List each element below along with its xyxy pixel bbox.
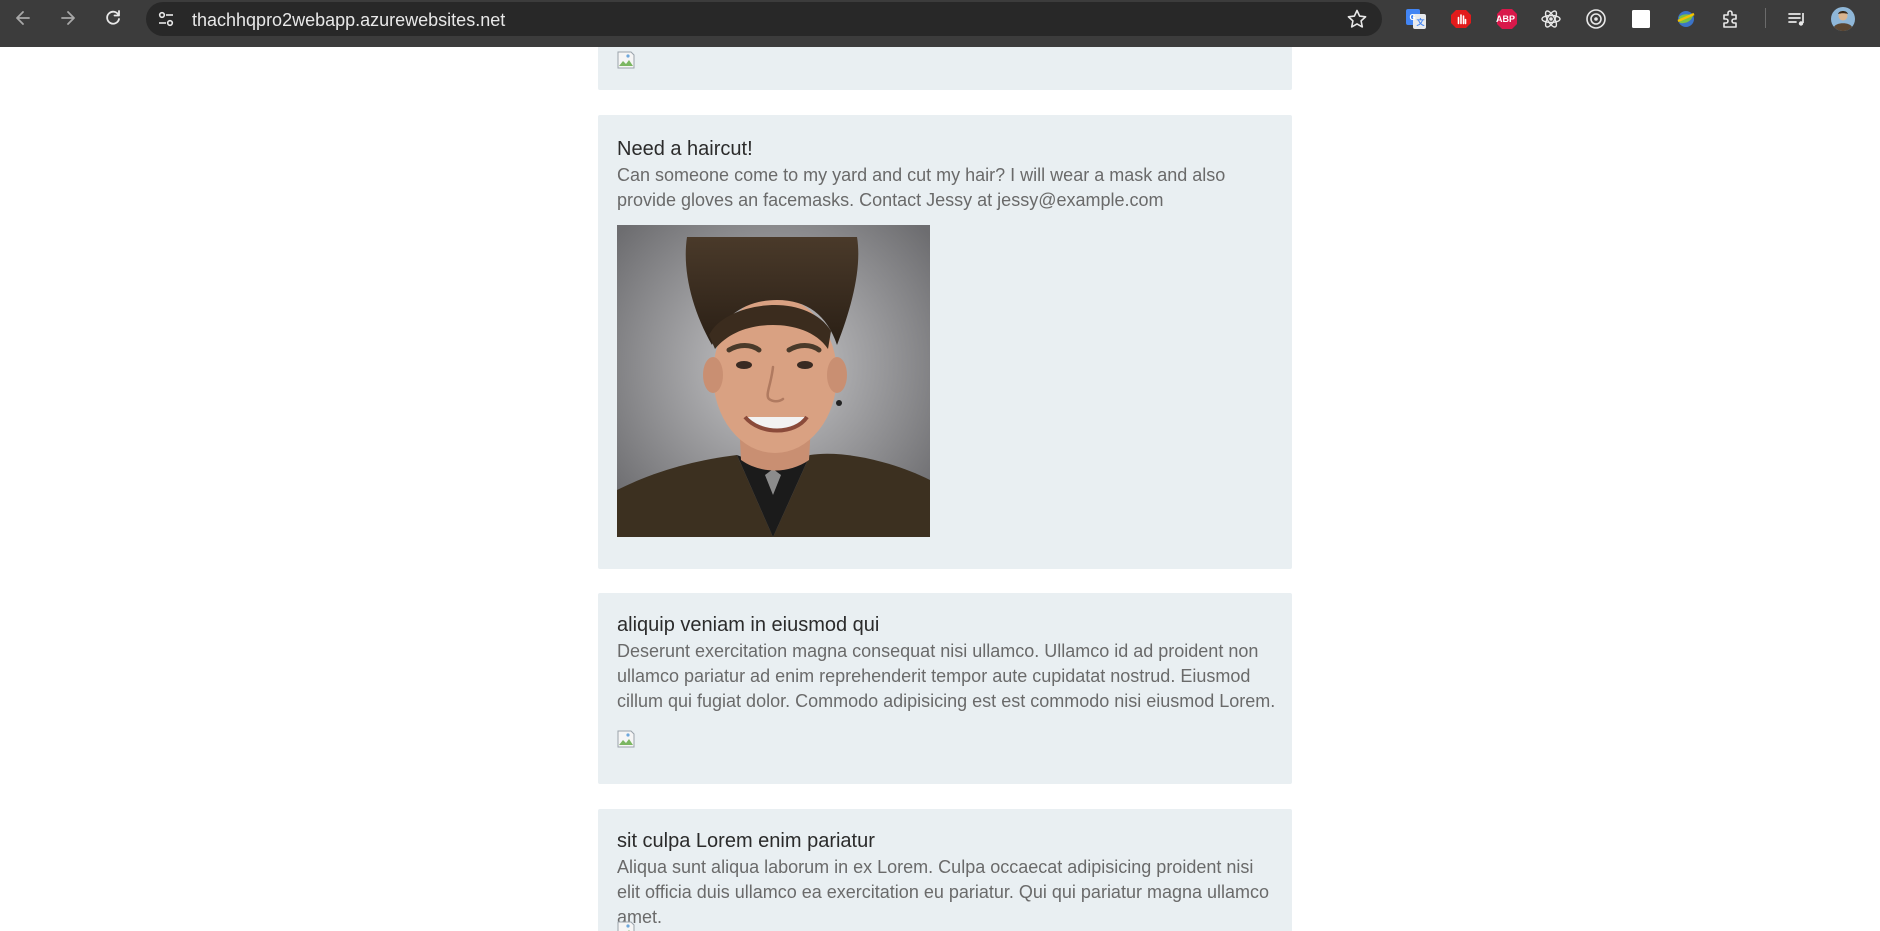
post-body: Can someone come to my yard and cut my h… xyxy=(617,165,1226,210)
profile-button[interactable] xyxy=(1829,5,1857,33)
google-translate-icon: G 文 xyxy=(1406,9,1426,29)
react-devtools-icon xyxy=(1541,10,1561,28)
address-bar[interactable]: thachhqpro2webapp.azurewebsites.net xyxy=(146,2,1382,36)
post-title: aliquip veniam in eiusmod qui xyxy=(617,614,880,636)
post-card: Need a haircut! Can someone come to my y… xyxy=(598,115,1292,569)
post-body: Deserunt exercitation magna consequat ni… xyxy=(617,641,1276,711)
broken-image-icon xyxy=(617,51,635,69)
tune-icon xyxy=(158,11,174,27)
post-photo xyxy=(617,225,930,537)
post-card: aliquip veniam in eiusmod qui Deserunt e… xyxy=(598,593,1292,784)
site-info-button[interactable] xyxy=(155,8,177,30)
arrow-right-icon xyxy=(61,11,75,25)
arrow-left-icon xyxy=(16,11,30,25)
profile-avatar-icon xyxy=(1831,7,1855,32)
adblock-plus-extension[interactable]: ABP xyxy=(1493,5,1521,33)
react-devtools-extension[interactable] xyxy=(1537,5,1565,33)
post-body: Aliqua sunt aliqua laborum in ex Lorem. … xyxy=(617,857,1270,927)
forward-button[interactable] xyxy=(50,0,86,36)
post-title: Need a haircut! xyxy=(617,138,753,160)
portrait-photo xyxy=(617,225,930,537)
page-content: Need a haircut! Can someone come to my y… xyxy=(0,47,1880,931)
extensions-menu-button[interactable] xyxy=(1717,5,1745,33)
media-controls-button[interactable] xyxy=(1783,5,1811,33)
white-square-icon xyxy=(1632,10,1650,28)
stop-hand-icon xyxy=(1451,10,1471,28)
playlist-icon xyxy=(1788,13,1804,26)
abp-label: ABP xyxy=(1496,14,1516,24)
target-icon xyxy=(1586,9,1606,29)
colorful-globe-icon xyxy=(1677,11,1695,27)
back-button[interactable] xyxy=(5,0,41,36)
broken-image-icon xyxy=(617,730,635,748)
post-card xyxy=(598,47,1292,90)
svg-text:G: G xyxy=(1410,13,1416,22)
toolbar-divider xyxy=(1765,8,1766,28)
target-extension[interactable] xyxy=(1582,5,1610,33)
browser-toolbar: thachhqpro2webapp.azurewebsites.net G 文 … xyxy=(0,0,1880,47)
broken-image-icon xyxy=(617,921,635,931)
post-title: sit culpa Lorem enim pariatur xyxy=(617,830,875,852)
puzzle-extensions-icon xyxy=(1723,10,1737,28)
url-text[interactable]: thachhqpro2webapp.azurewebsites.net xyxy=(192,10,505,31)
post-card: sit culpa Lorem enim pariatur Aliqua sun… xyxy=(598,809,1292,931)
reload-icon xyxy=(106,10,120,25)
reload-button[interactable] xyxy=(95,0,131,36)
white-square-extension[interactable] xyxy=(1627,5,1655,33)
google-translate-extension[interactable]: G 文 xyxy=(1402,5,1430,33)
stop-extension[interactable] xyxy=(1447,5,1475,33)
svg-text:文: 文 xyxy=(1417,17,1426,27)
star-icon xyxy=(1347,9,1367,28)
bookmark-button[interactable] xyxy=(1346,8,1368,30)
globe-extension[interactable] xyxy=(1672,5,1700,33)
